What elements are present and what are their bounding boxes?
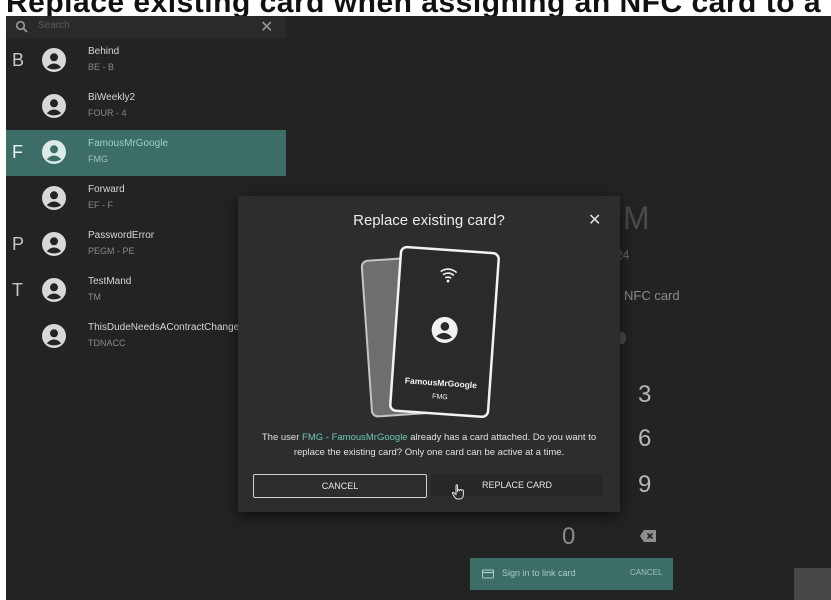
- user-avatar-icon: [42, 186, 66, 210]
- keypad-key-9[interactable]: 9: [638, 471, 651, 499]
- dialog-title: Replace existing card?: [353, 212, 505, 229]
- keypad-key-6[interactable]: 6: [638, 425, 651, 453]
- sign-in-cancel-button[interactable]: CANCEL: [630, 568, 662, 577]
- backspace-icon[interactable]: [640, 530, 656, 542]
- keypad-key-3[interactable]: 3: [638, 381, 651, 409]
- group-letter: T: [12, 280, 23, 300]
- app-window: Search ✕ B Behind BE - B BiWeekly2 FOUR …: [6, 16, 831, 600]
- user-row-biweekly2[interactable]: BiWeekly2 FOUR - 4: [6, 84, 286, 130]
- sign-in-link-card-label: Sign in to link card: [502, 568, 576, 578]
- user-code: TM: [88, 292, 101, 302]
- card-user-code: FMG: [432, 393, 448, 401]
- sign-in-link-card-bar[interactable]: Sign in to link card CANCEL: [470, 558, 673, 590]
- group-letter: P: [12, 234, 25, 254]
- cancel-button[interactable]: CANCEL: [253, 474, 427, 498]
- user-row-famousmrgoogle[interactable]: F FamousMrGoogle FMG: [6, 130, 286, 176]
- dialog-message: The user FMG - FamousMrGoogle already ha…: [246, 430, 612, 460]
- search-icon: [15, 20, 28, 33]
- user-avatar-icon: [42, 48, 66, 72]
- user-initials-fragment: M: [623, 200, 650, 236]
- user-name: BiWeekly2: [88, 92, 136, 103]
- corner-block: [794, 568, 831, 600]
- user-code: PEGM - PE: [88, 246, 135, 256]
- search-input[interactable]: Search: [38, 20, 70, 31]
- nfc-card-illustration: FamousMrGoogle FMG: [360, 245, 500, 419]
- user-name: PasswordError: [88, 230, 155, 241]
- search-bar[interactable]: Search ✕: [6, 16, 286, 38]
- user-row-behind[interactable]: B Behind BE - B: [6, 38, 286, 84]
- front-card: FamousMrGoogle FMG: [389, 245, 500, 419]
- user-name: ThisDudeNeedsAContractChange: [88, 322, 240, 333]
- user-name: Behind: [88, 46, 120, 57]
- search-clear-icon[interactable]: ✕: [260, 17, 273, 37]
- user-code: FMG: [88, 154, 108, 164]
- user-avatar-icon: [42, 324, 66, 348]
- hand-cursor-icon: [451, 484, 464, 500]
- nfc-card-label: NFC card: [624, 288, 680, 303]
- keypad-key-0[interactable]: 0: [562, 523, 575, 551]
- replace-card-dialog: Replace existing card? ✕ FamousMrGoogle …: [238, 196, 620, 512]
- close-icon[interactable]: ✕: [588, 210, 601, 230]
- user-code: TDNACC: [88, 338, 126, 348]
- user-name: Forward: [88, 184, 125, 195]
- group-letter: B: [12, 50, 25, 70]
- message-before: The user: [261, 432, 303, 443]
- user-avatar-icon: [42, 232, 66, 256]
- user-code: EF - F: [88, 200, 113, 210]
- card-icon: [482, 569, 494, 579]
- user-name: FamousMrGoogle: [88, 138, 169, 149]
- user-code: FOUR - 4: [88, 108, 127, 118]
- user-avatar-icon: [42, 140, 66, 164]
- message-user-link[interactable]: FMG - FamousMrGoogle: [302, 432, 408, 443]
- user-code: BE - B: [88, 62, 115, 72]
- group-letter: F: [12, 142, 23, 162]
- user-name: TestMand: [88, 276, 132, 287]
- user-avatar-icon: [42, 94, 66, 118]
- user-avatar-icon: [42, 278, 66, 302]
